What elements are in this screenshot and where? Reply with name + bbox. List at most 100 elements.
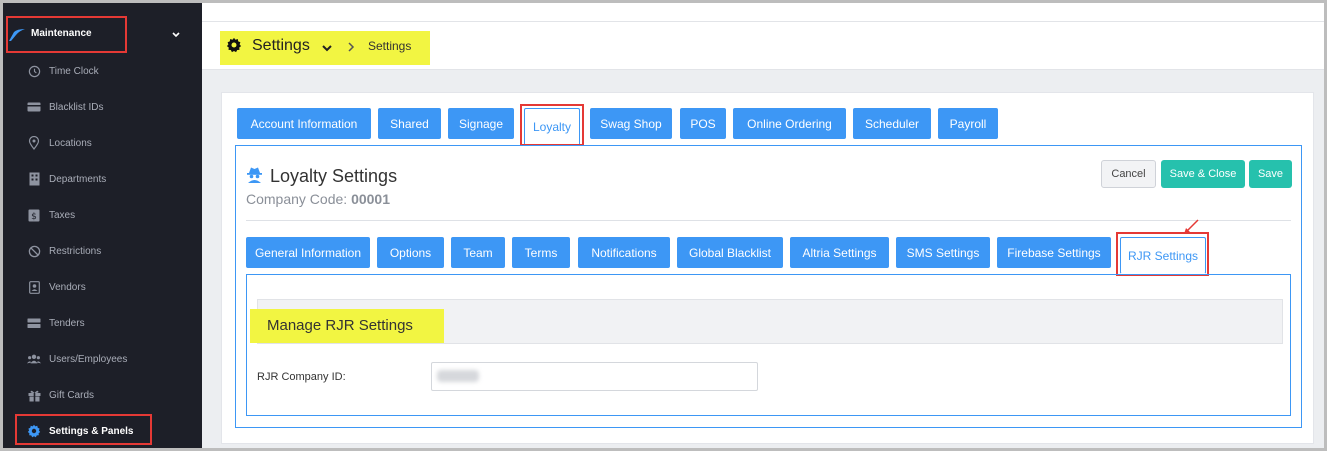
subtab-terms[interactable]: Terms (512, 237, 570, 268)
sidebar: Maintenance Time Clock Blacklist IDs Loc… (3, 3, 202, 448)
subtab-sms-settings[interactable]: SMS Settings (896, 237, 990, 268)
tab-label: Payroll (949, 116, 987, 131)
breadcrumb: Settings Settings (202, 22, 1324, 70)
subtab-label: Altria Settings (802, 245, 877, 260)
manage-rjr-title: Manage RJR Settings (267, 317, 413, 334)
tab-label: Loyalty (532, 120, 572, 134)
subtab-notifications[interactable]: Notifications (578, 237, 670, 268)
brand-logo-icon (9, 29, 25, 41)
chevron-down-icon[interactable] (321, 42, 333, 54)
tab-label: Swag Shop (600, 116, 662, 131)
subtab-rjr-settings[interactable]: RJR Settings (1120, 237, 1206, 274)
sidebar-item-label: Settings & Panels (49, 425, 134, 437)
id-card-icon (27, 100, 41, 114)
settings-card: Account Information Shared Signage Loyal… (221, 92, 1314, 444)
sidebar-item-blacklist-ids[interactable]: Blacklist IDs (3, 89, 202, 125)
chevron-right-icon (348, 42, 355, 52)
tab-label: Scheduler (864, 116, 920, 131)
sidebar-item-time-clock[interactable]: Time Clock (3, 53, 202, 89)
spy-icon (247, 167, 262, 183)
gear-icon (27, 424, 41, 438)
sidebar-item-label: Tenders (49, 317, 85, 329)
tab-payroll[interactable]: Payroll (938, 108, 998, 139)
sidebar-section-maintenance[interactable]: Maintenance (3, 19, 202, 51)
tab-label: Shared (390, 116, 429, 131)
tab-scheduler[interactable]: Scheduler (853, 108, 931, 139)
gear-icon (226, 37, 242, 53)
building-icon (27, 172, 41, 186)
tab-swag-shop[interactable]: Swag Shop (590, 108, 672, 139)
loyalty-settings-title: Loyalty Settings (270, 166, 398, 186)
subtab-label: Firebase Settings (1007, 245, 1101, 260)
sidebar-item-label: Time Clock (49, 65, 99, 77)
gift-icon (27, 388, 41, 402)
annotation-arrow (1184, 219, 1199, 234)
save-button[interactable]: Save (1249, 160, 1292, 188)
subtab-label: Terms (524, 245, 558, 260)
subtab-label: Notifications (591, 245, 657, 260)
company-code: Company Code: 00001 (246, 191, 390, 207)
rjr-company-id-input[interactable] (431, 362, 758, 391)
clock-icon (27, 64, 41, 78)
page-title: Settings (252, 37, 310, 54)
sidebar-item-settings-panels[interactable]: Settings & Panels (3, 413, 202, 448)
money-icon (27, 316, 41, 330)
sidebar-item-label: Gift Cards (49, 389, 95, 401)
subtab-altria-settings[interactable]: Altria Settings (790, 237, 889, 268)
tab-account-information[interactable]: Account Information (237, 108, 371, 139)
sidebar-item-label: Locations (49, 137, 92, 149)
top-strip (202, 3, 1324, 22)
tab-loyalty[interactable]: Loyalty (524, 108, 580, 146)
ban-icon (27, 244, 41, 258)
sidebar-item-label: Users/Employees (49, 353, 128, 365)
sidebar-item-label: Departments (49, 173, 107, 185)
tab-label: Online Ordering (747, 116, 832, 131)
map-pin-icon (27, 136, 41, 150)
subtab-team[interactable]: Team (451, 237, 505, 268)
sidebar-item-restrictions[interactable]: Restrictions (3, 233, 202, 269)
subtab-options[interactable]: Options (377, 237, 444, 268)
sidebar-item-tenders[interactable]: Tenders (3, 305, 202, 341)
redacted-value (437, 370, 479, 382)
tab-label: POS (690, 116, 716, 131)
divider (246, 220, 1291, 221)
company-code-value: 00001 (351, 191, 390, 207)
subtab-general-information[interactable]: General Information (246, 237, 370, 268)
chevron-down-icon[interactable] (171, 30, 181, 40)
sidebar-item-taxes[interactable]: $ Taxes (3, 197, 202, 233)
save-close-button[interactable]: Save & Close (1161, 160, 1245, 188)
tab-signage[interactable]: Signage (448, 108, 514, 139)
sidebar-item-label: Taxes (49, 209, 76, 221)
svg-text:$: $ (31, 212, 37, 222)
loyalty-panel: Loyalty Settings Company Code: 00001 Can… (235, 145, 1302, 428)
app-window: Maintenance Time Clock Blacklist IDs Loc… (0, 0, 1327, 451)
sidebar-item-vendors[interactable]: Vendors (3, 269, 202, 305)
subtab-label: General Information (254, 245, 362, 260)
sidebar-item-label: Vendors (49, 281, 86, 293)
sidebar-item-users-employees[interactable]: Users/Employees (3, 341, 202, 377)
tab-online-ordering[interactable]: Online Ordering (733, 108, 846, 139)
sidebar-item-locations[interactable]: Locations (3, 125, 202, 161)
sidebar-item-label: Blacklist IDs (49, 101, 104, 113)
tab-label: Account Information (250, 116, 358, 131)
rjr-settings-panel: Manage RJR Settings RJR Company ID: (246, 274, 1291, 416)
subtab-firebase-settings[interactable]: Firebase Settings (997, 237, 1111, 268)
tab-pos[interactable]: POS (680, 108, 726, 139)
dollar-box-icon: $ (27, 208, 41, 222)
tab-label: Signage (458, 116, 504, 131)
subtab-label: Options (389, 245, 432, 260)
subtab-label: Global Blacklist (688, 245, 772, 260)
sidebar-item-gift-cards[interactable]: Gift Cards (3, 377, 202, 413)
sidebar-item-departments[interactable]: Departments (3, 161, 202, 197)
subtab-label: Team (463, 245, 493, 260)
subtab-label: RJR Settings (1127, 248, 1199, 263)
breadcrumb-current[interactable]: Settings (368, 39, 411, 53)
sidebar-section-title: Maintenance (31, 28, 92, 39)
cancel-button[interactable]: Cancel (1101, 160, 1156, 188)
rjr-company-id-label: RJR Company ID: (257, 371, 346, 383)
subtab-label: SMS Settings (906, 245, 980, 260)
tab-shared[interactable]: Shared (378, 108, 441, 139)
sidebar-item-label: Restrictions (49, 245, 102, 257)
company-code-label: Company Code: (246, 191, 348, 207)
subtab-global-blacklist[interactable]: Global Blacklist (677, 237, 783, 268)
